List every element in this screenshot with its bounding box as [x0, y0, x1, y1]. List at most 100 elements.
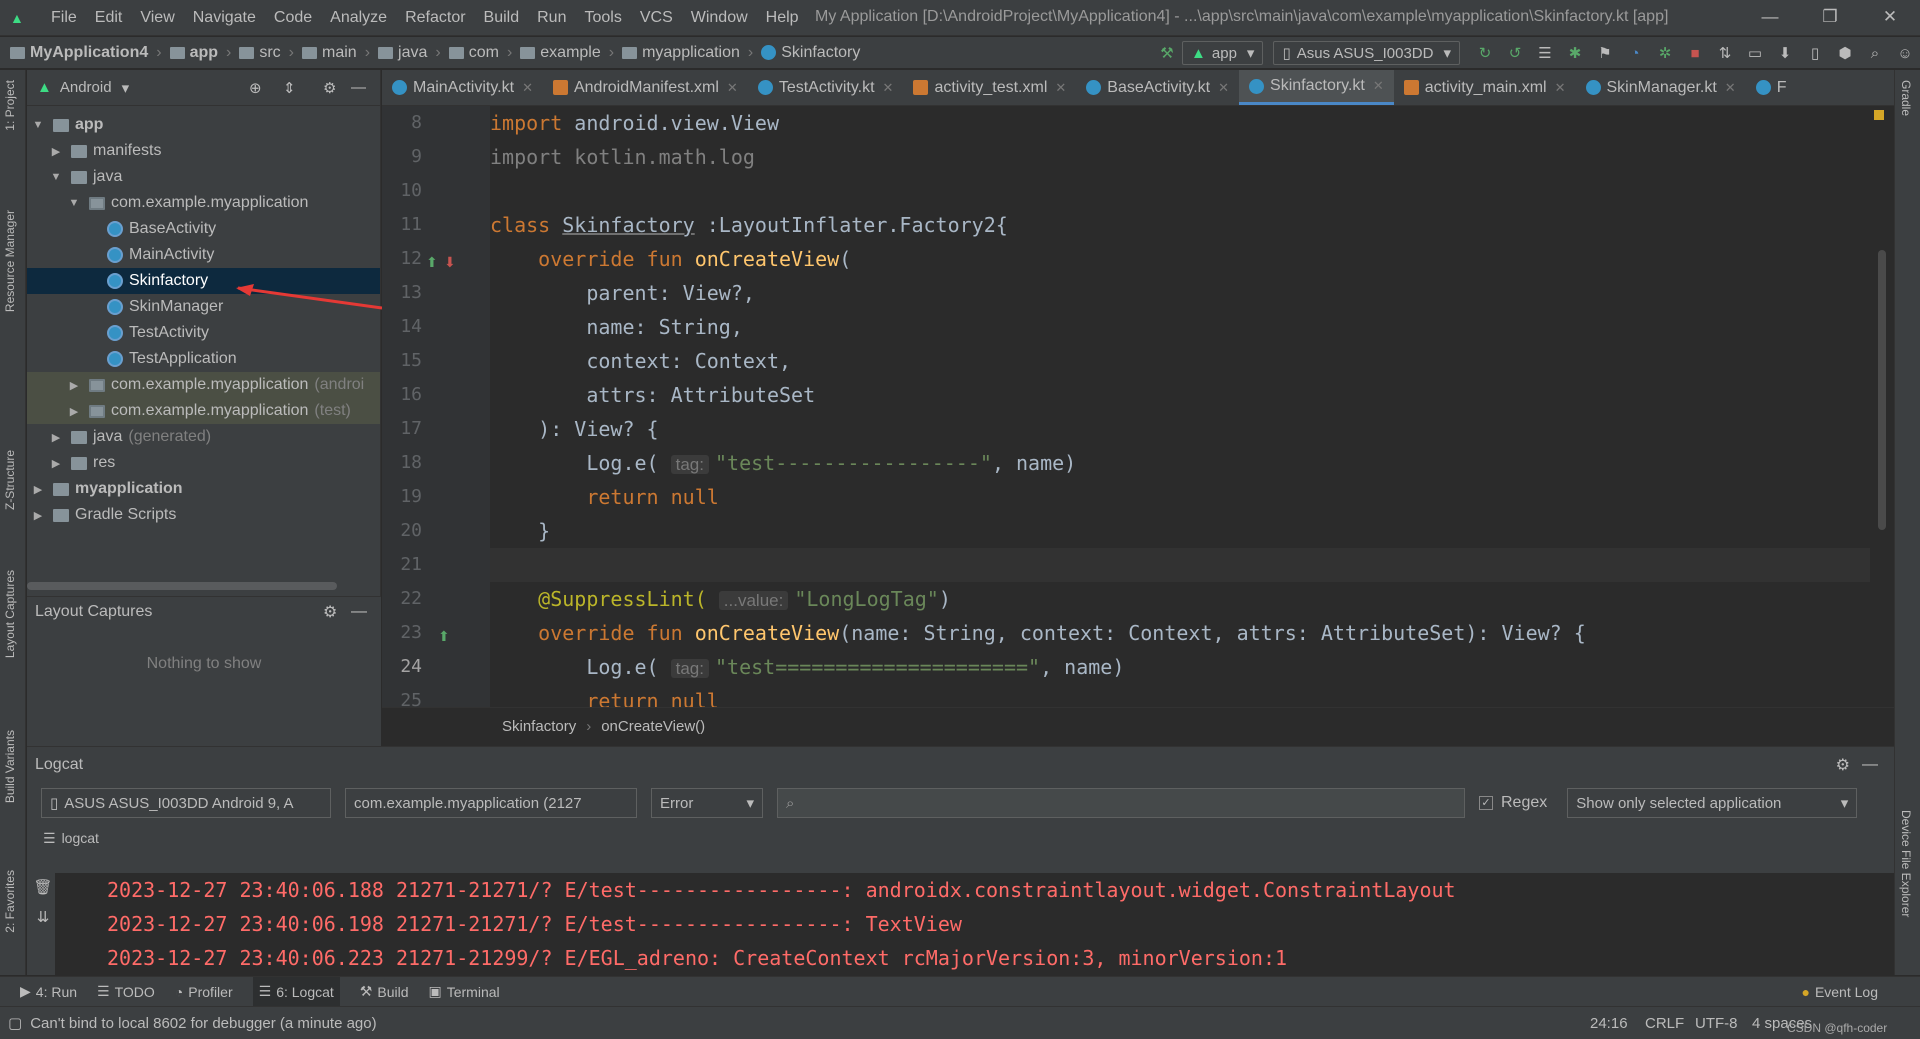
- project-view-select[interactable]: Android: [60, 79, 112, 96]
- bottom-tab[interactable]: ◔ Profiler: [175, 984, 233, 1000]
- breadcrumb-item[interactable]: com ›: [448, 44, 512, 62]
- device-select[interactable]: ▯ Asus ASUS_I003DD ▾: [1273, 41, 1460, 65]
- editor-tab[interactable]: BaseActivity.kt ✕: [1076, 70, 1239, 105]
- scroll-to-end-icon[interactable]: ⇊: [33, 903, 53, 933]
- locate-icon[interactable]: ⊕: [249, 79, 262, 97]
- editor-tab[interactable]: AndroidManifest.xml ✕: [543, 70, 748, 105]
- breadcrumb-item[interactable]: Skinfactory: [761, 44, 860, 62]
- user-icon[interactable]: ☺: [1895, 43, 1915, 63]
- close-tab-icon[interactable]: ✕: [1218, 80, 1229, 96]
- debug-icon[interactable]: ✱: [1565, 43, 1585, 63]
- file-encoding[interactable]: UTF-8: [1695, 1015, 1738, 1032]
- chevron-right-icon[interactable]: ▶: [31, 509, 45, 522]
- search-icon[interactable]: ⌕: [1865, 43, 1885, 63]
- regex-checkbox[interactable]: ✓: [1479, 796, 1493, 810]
- breadcrumb-item[interactable]: example ›: [520, 44, 614, 62]
- chevron-down-icon[interactable]: ▾: [122, 79, 130, 97]
- log-level-select[interactable]: Error ▾: [651, 788, 763, 818]
- tab-favorites[interactable]: 2: Favorites: [3, 870, 17, 933]
- coverage-icon[interactable]: ☰: [1535, 43, 1555, 63]
- tab-build-variants[interactable]: Build Variants: [3, 730, 17, 803]
- clear-log-icon[interactable]: 🗑: [33, 873, 53, 903]
- chevron-right-icon[interactable]: ▶: [67, 405, 81, 418]
- tree-item[interactable]: ▶ res: [27, 450, 380, 476]
- close-tab-icon[interactable]: ✕: [522, 80, 533, 96]
- tree-item[interactable]: ▶ Gradle Scripts: [27, 502, 380, 528]
- gear-icon[interactable]: ⚙: [1836, 755, 1850, 775]
- device-manager-icon[interactable]: ▯: [1805, 43, 1825, 63]
- attach-debugger-icon[interactable]: ⚑: [1595, 43, 1615, 63]
- menu-item-tools[interactable]: Tools: [584, 9, 621, 27]
- override-down-icon[interactable]: ⬇: [444, 254, 456, 271]
- menu-item-help[interactable]: Help: [766, 9, 799, 27]
- close-tab-icon[interactable]: ✕: [1373, 78, 1384, 94]
- bottom-tab[interactable]: ☰ TODO: [97, 983, 155, 1000]
- gear-icon[interactable]: ⚙: [323, 79, 336, 97]
- breadcrumb-class[interactable]: Skinfactory: [502, 718, 576, 735]
- breadcrumb-item[interactable]: src ›: [239, 44, 294, 62]
- gear-icon[interactable]: ⚙: [323, 602, 337, 622]
- bottom-tab[interactable]: ▣ Terminal: [429, 983, 500, 1000]
- breadcrumb-item[interactable]: java ›: [378, 44, 441, 62]
- tab-device-file-explorer[interactable]: Device File Explorer: [1899, 810, 1913, 917]
- device-select[interactable]: ▯ ASUS ASUS_I003DD Android 9, A: [41, 788, 331, 818]
- menu-item-vcs[interactable]: VCS: [640, 9, 673, 27]
- caret-position[interactable]: 24:16: [1590, 1015, 1628, 1032]
- tree-item[interactable]: ▼ com.example.myapplication: [27, 190, 380, 216]
- menu-item-refactor[interactable]: Refactor: [405, 9, 465, 27]
- tab-layout-captures[interactable]: Layout Captures: [3, 570, 17, 658]
- editor-tab[interactable]: F: [1746, 70, 1797, 105]
- breadcrumb-item[interactable]: main ›: [302, 44, 370, 62]
- close-icon[interactable]: ✕: [1860, 0, 1920, 34]
- override-icon[interactable]: ⬆: [438, 628, 450, 645]
- editor-tab[interactable]: Skinfactory.kt ✕: [1239, 70, 1394, 105]
- sync-icon[interactable]: ⇅: [1715, 43, 1735, 63]
- hide-icon[interactable]: —: [351, 79, 366, 96]
- logcat-subtab[interactable]: logcat: [62, 830, 99, 846]
- horizontal-scrollbar[interactable]: [27, 582, 337, 590]
- close-tab-icon[interactable]: ✕: [883, 80, 894, 96]
- run-config-select[interactable]: ▲ app ▾: [1182, 41, 1264, 65]
- logcat-search-input[interactable]: ⌕: [777, 788, 1465, 818]
- app-filter-select[interactable]: Show only selected application ▾: [1567, 788, 1858, 818]
- status-toggle-icon[interactable]: ▢: [8, 1014, 22, 1032]
- tree-item[interactable]: BaseActivity: [27, 216, 380, 242]
- chevron-right-icon[interactable]: ▶: [31, 483, 45, 496]
- chevron-down-icon[interactable]: ▼: [67, 197, 81, 209]
- close-tab-icon[interactable]: ✕: [1055, 80, 1066, 96]
- menu-item-navigate[interactable]: Navigate: [193, 9, 256, 27]
- bottom-tab[interactable]: ⚒ Build: [360, 983, 409, 1000]
- tree-item[interactable]: ▶ manifests: [27, 138, 380, 164]
- tab-gradle[interactable]: Gradle: [1899, 80, 1913, 116]
- override-up-icon[interactable]: ⬆: [426, 254, 438, 271]
- hide-icon[interactable]: —: [1862, 756, 1878, 774]
- collapse-all-icon[interactable]: ⇕: [283, 79, 296, 97]
- sdk-manager-icon[interactable]: ⬇: [1775, 43, 1795, 63]
- menu-item-window[interactable]: Window: [691, 9, 748, 27]
- minimize-icon[interactable]: —: [1740, 0, 1800, 34]
- attach-icon[interactable]: ✲: [1655, 43, 1675, 63]
- tree-item[interactable]: ▶ com.example.myapplication (test): [27, 398, 380, 424]
- logcat-output[interactable]: 2023-12-27 23:40:06.188 21271-21271/? E/…: [55, 873, 1894, 976]
- menu-item-analyze[interactable]: Analyze: [330, 9, 387, 27]
- tree-item[interactable]: TestActivity: [27, 320, 380, 346]
- profile-icon[interactable]: ◔: [1625, 43, 1645, 63]
- bottom-tab[interactable]: ☰ 6: Logcat: [252, 976, 340, 1007]
- editor-tab[interactable]: MainActivity.kt ✕: [382, 70, 543, 105]
- process-select[interactable]: com.example.myapplication (2127: [345, 788, 637, 818]
- tree-item[interactable]: ▶ com.example.myapplication (androi: [27, 372, 380, 398]
- event-log-button[interactable]: ● Event Log: [1801, 984, 1878, 1000]
- editor-tab[interactable]: activity_test.xml ✕: [903, 70, 1076, 105]
- menu-item-run[interactable]: Run: [537, 9, 566, 27]
- tab-resource-manager[interactable]: Resource Manager: [3, 210, 17, 312]
- editor-tab[interactable]: TestActivity.kt ✕: [748, 70, 904, 105]
- chevron-down-icon[interactable]: ▼: [31, 119, 45, 131]
- editor-tab[interactable]: SkinManager.kt ✕: [1576, 70, 1746, 105]
- breadcrumb-item[interactable]: myapplication ›: [622, 44, 753, 62]
- breadcrumb-item[interactable]: app ›: [169, 44, 231, 62]
- tree-item[interactable]: ▼ app: [27, 112, 380, 138]
- rerun-icon[interactable]: ↻: [1475, 43, 1495, 63]
- chevron-right-icon[interactable]: ▶: [49, 431, 63, 444]
- bottom-tab[interactable]: ▶ 4: Run: [20, 983, 77, 1000]
- warning-marker-icon[interactable]: [1874, 110, 1884, 120]
